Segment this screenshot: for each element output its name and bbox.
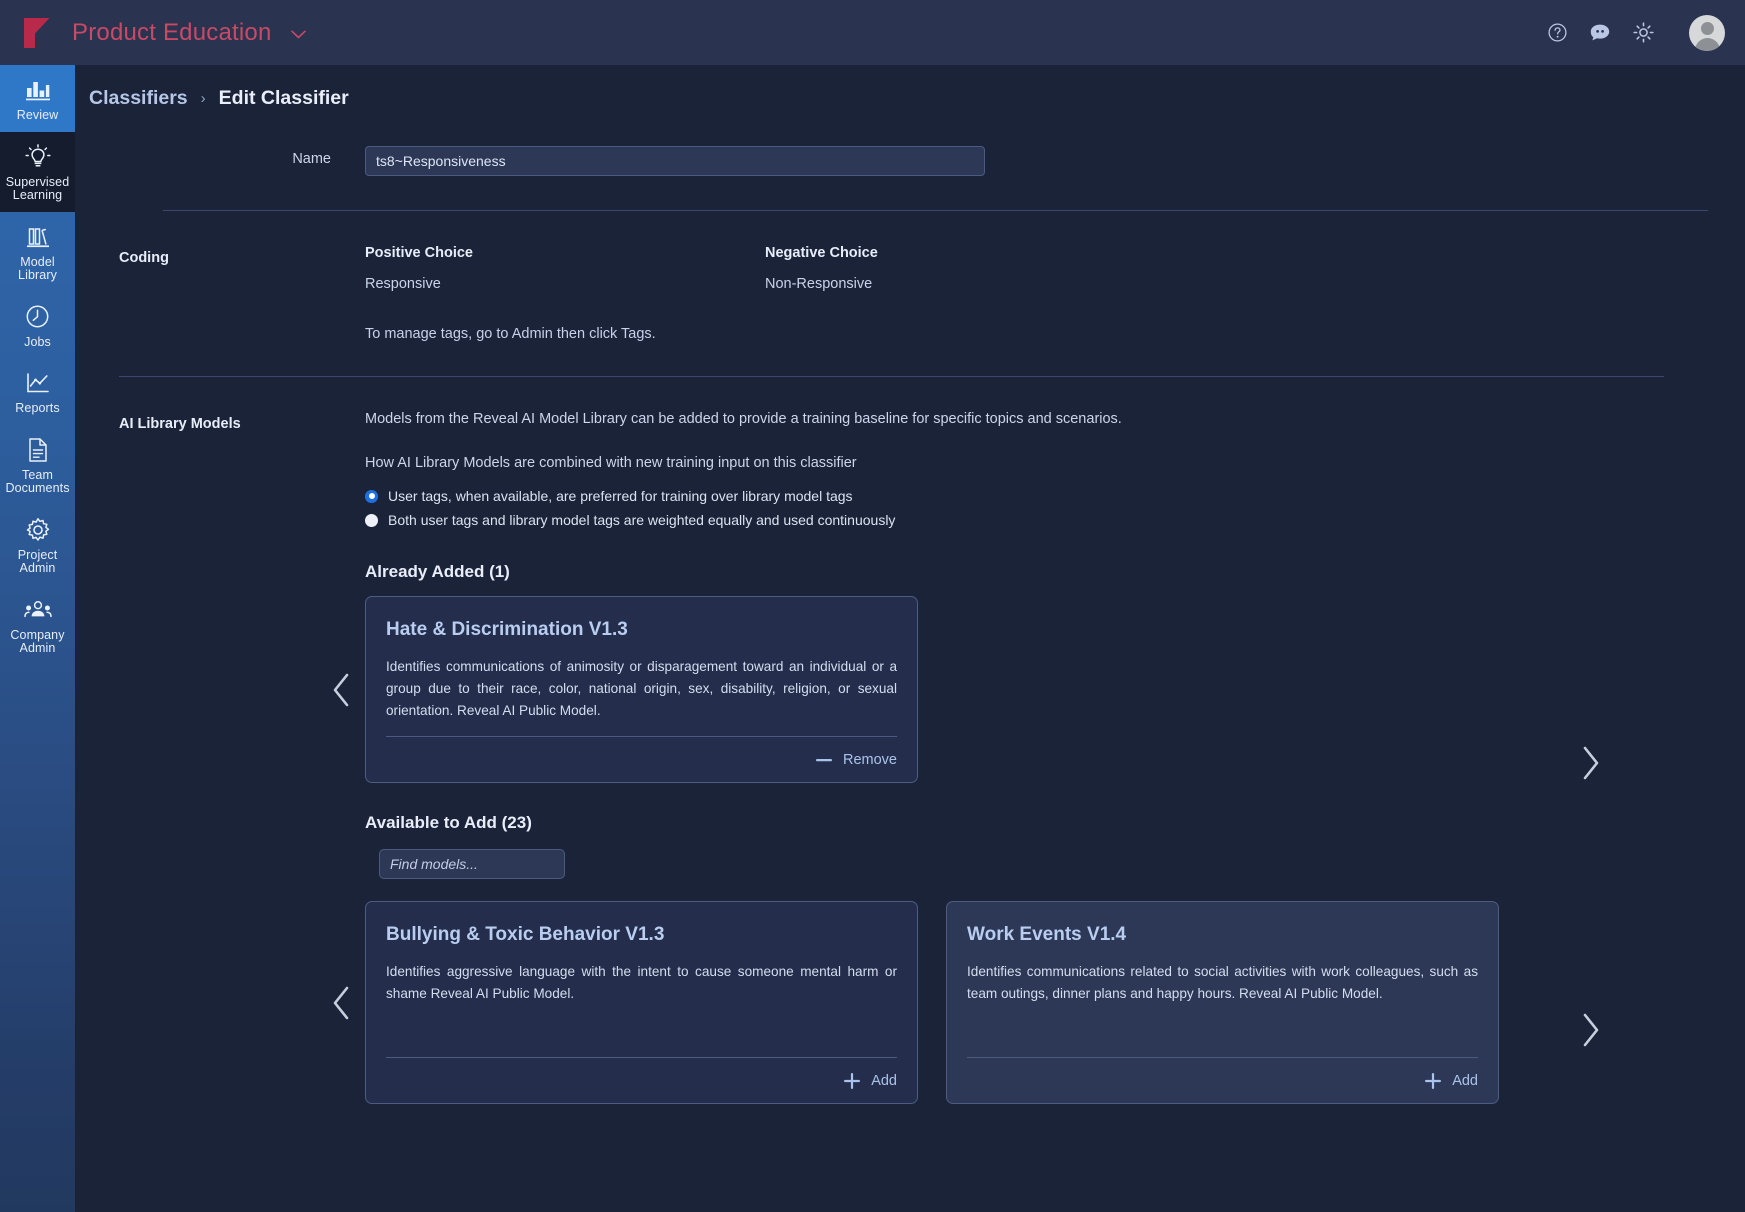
reveal-logo-icon — [24, 18, 50, 48]
carousel-prev-added-icon[interactable] — [319, 673, 365, 707]
document-icon — [27, 436, 49, 464]
coding-hint: To manage tags, go to Admin then click T… — [365, 292, 656, 342]
remove-model-label: Remove — [843, 752, 897, 768]
top-bar-actions — [1546, 15, 1725, 51]
positive-choice-value: Responsive — [365, 276, 765, 292]
ai-models-sub-description: How AI Library Models are combined with … — [365, 427, 1499, 471]
breadcrumb-classifiers-link[interactable]: Classifiers — [89, 87, 188, 110]
ai-library-models-row: AI Library Models Models from the Reveal… — [119, 377, 1745, 1104]
ai-models-description: Models from the Reveal AI Model Library … — [365, 411, 1499, 427]
org-name-label: Product Education — [72, 19, 272, 46]
main-content: Classifiers › Edit Classifier Name Codin… — [75, 65, 1745, 1212]
remove-model-button[interactable]: Remove — [386, 737, 897, 768]
carousel-next-added-icon[interactable] — [1578, 746, 1602, 785]
gear-icon — [25, 516, 51, 544]
avatar[interactable] — [1689, 15, 1725, 51]
bar-chart-icon — [25, 76, 51, 104]
line-chart-icon — [25, 369, 51, 397]
model-card: Bullying & Toxic Behavior V1.3 Identifie… — [365, 901, 918, 1104]
add-model-button[interactable]: Add — [386, 1058, 897, 1089]
already-added-cards: Hate & Discrimination V1.3 Identifies co… — [365, 596, 918, 783]
books-icon — [25, 223, 51, 251]
sidebar-item-team-documents[interactable]: Team Documents — [0, 425, 75, 505]
available-cards: Bullying & Toxic Behavior V1.3 Identifie… — [365, 901, 1499, 1104]
coding-label: Coding — [119, 245, 365, 266]
theme-icon[interactable] — [1632, 22, 1654, 44]
already-added-carousel: Hate & Discrimination V1.3 Identifies co… — [319, 582, 1499, 783]
chevron-down-icon — [291, 26, 306, 43]
radio-weighted-equally[interactable]: Both user tags and library model tags ar… — [365, 512, 1499, 528]
model-card-description: Identifies aggressive language with the … — [386, 961, 897, 1005]
carousel-next-available-icon[interactable] — [1578, 1013, 1602, 1052]
carousel-prev-available-icon[interactable] — [319, 986, 365, 1020]
sidebar-item-label: Supervised Learning — [2, 176, 73, 203]
help-icon[interactable] — [1546, 22, 1568, 44]
sidebar-item-label: Model Library — [2, 256, 73, 283]
sidebar-item-label: Project Admin — [2, 549, 73, 576]
coding-hint-spacer — [119, 292, 365, 297]
radio-user-tags-preferred[interactable]: User tags, when available, are preferred… — [365, 488, 1499, 504]
negative-choice-title: Negative Choice — [765, 245, 1165, 261]
sidebar-item-label: Jobs — [24, 336, 51, 350]
model-card-description: Identifies communications of animosity o… — [386, 656, 897, 722]
sidebar-item-reports[interactable]: Reports — [0, 358, 75, 425]
sidebar-item-label: Reports — [15, 402, 59, 416]
sidebar-item-project-admin[interactable]: Project Admin — [0, 505, 75, 585]
ai-library-models-body: Models from the Reveal AI Model Library … — [365, 411, 1499, 1104]
already-added-title: Already Added (1) — [365, 536, 1499, 582]
sidebar-item-label: Review — [17, 109, 59, 123]
sidebar-item-label: Company Admin — [2, 629, 73, 656]
radio-unselected-icon — [365, 514, 378, 527]
coding-row: Coding Positive Choice Responsive Negati… — [119, 211, 1745, 292]
model-card-title: Work Events V1.4 — [967, 924, 1478, 946]
add-model-label: Add — [1452, 1073, 1478, 1089]
model-card: Hate & Discrimination V1.3 Identifies co… — [365, 596, 918, 783]
page-title: Edit Classifier — [219, 87, 349, 110]
radio-label: Both user tags and library model tags ar… — [388, 512, 895, 528]
clock-icon — [25, 303, 50, 331]
sidebar-item-jobs[interactable]: Jobs — [0, 292, 75, 359]
coding-hint-row: To manage tags, go to Admin then click T… — [119, 292, 1745, 342]
sidebar-item-company-admin[interactable]: Company Admin — [0, 585, 75, 665]
plus-icon — [844, 1073, 860, 1089]
top-bar: Product Education — [0, 0, 1745, 65]
people-icon — [24, 596, 52, 624]
available-to-add-title: Available to Add (23) — [365, 783, 1499, 833]
model-card: Work Events V1.4 Identifies communicatio… — [946, 901, 1499, 1104]
name-label: Name — [119, 146, 365, 167]
ai-library-models-label: AI Library Models — [119, 411, 365, 432]
feedback-icon[interactable] — [1589, 22, 1611, 44]
minus-icon — [816, 752, 832, 768]
negative-choice-column: Negative Choice Non-Responsive — [765, 245, 1165, 292]
sidebar: Review Supervised Learning — [0, 65, 75, 1212]
add-model-label: Add — [871, 1073, 897, 1089]
positive-choice-column: Positive Choice Responsive — [365, 245, 765, 292]
radio-label: User tags, when available, are preferred… — [388, 488, 853, 504]
sidebar-item-model-library[interactable]: Model Library — [0, 212, 75, 292]
breadcrumb: Classifiers › Edit Classifier — [75, 65, 1745, 110]
add-model-button[interactable]: Add — [967, 1058, 1478, 1089]
sidebar-item-supervised-learning[interactable]: Supervised Learning — [0, 132, 75, 212]
model-card-description: Identifies communications related to soc… — [967, 961, 1478, 1005]
positive-choice-title: Positive Choice — [365, 245, 765, 261]
search-input[interactable] — [379, 849, 565, 879]
classifier-form: Name Coding Positive Choice Responsive N… — [75, 110, 1745, 1104]
negative-choice-value: Non-Responsive — [765, 276, 1165, 292]
radio-selected-icon — [365, 490, 378, 503]
plus-icon — [1425, 1073, 1441, 1089]
app-root: Product Education — [0, 0, 1745, 1212]
sidebar-item-label: Team Documents — [2, 469, 73, 496]
model-card-title: Bullying & Toxic Behavior V1.3 — [386, 924, 897, 946]
org-switcher[interactable]: Product Education — [72, 19, 306, 47]
breadcrumb-separator-icon: › — [201, 90, 206, 107]
sidebar-item-review[interactable]: Review — [0, 65, 75, 132]
name-row: Name — [119, 146, 1745, 176]
model-card-title: Hate & Discrimination V1.3 — [386, 619, 897, 641]
name-input[interactable] — [365, 146, 985, 176]
available-carousel: Bullying & Toxic Behavior V1.3 Identifie… — [319, 879, 1499, 1104]
lightbulb-icon — [25, 143, 51, 171]
combination-radio-group: User tags, when available, are preferred… — [365, 471, 1499, 528]
